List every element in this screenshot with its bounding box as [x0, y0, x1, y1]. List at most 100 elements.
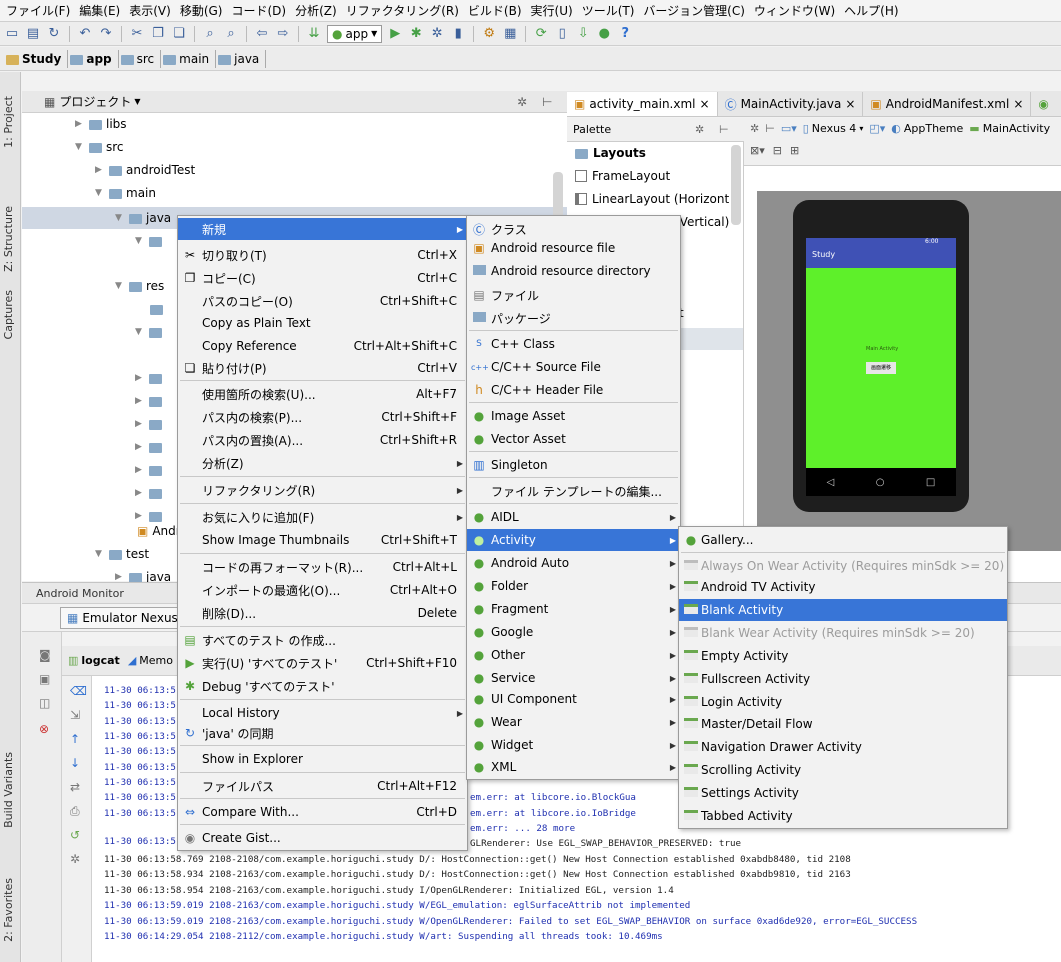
activity-item-android-tv[interactable]: Android TV Activity — [679, 576, 1007, 598]
menu-item-paste[interactable]: ❏ 貼り付け(P) Ctrl+V — [178, 357, 467, 379]
menu-item-create-gist[interactable]: ◉ Create Gist... — [178, 827, 467, 849]
expand-icon[interactable]: ▶ — [95, 165, 105, 175]
menu-window[interactable]: ウィンドウ(W) — [754, 2, 835, 19]
new-item-cpp-header[interactable]: h C/C++ Header File — [467, 379, 680, 401]
menu-vcs[interactable]: バージョン管理(C) — [643, 2, 745, 19]
settings-gear-icon[interactable]: ✲ — [695, 123, 704, 136]
palette-item-linearlayout-h[interactable]: LinearLayout (Horizont — [575, 192, 729, 206]
tree-item-src[interactable]: ▼ src — [75, 136, 124, 158]
menu-item-run-tests[interactable]: ▶ 実行(U) 'すべてのテスト' Ctrl+Shift+F10 — [178, 652, 467, 674]
settings-gear-icon[interactable]: ✲ — [750, 122, 759, 135]
collapse-icon[interactable]: ▼ — [95, 188, 105, 198]
collapse-icon[interactable]: ▼ — [75, 142, 85, 152]
new-item-folder[interactable]: ● Folder ▶ — [467, 575, 680, 597]
breadcrumb-java[interactable]: java — [218, 49, 267, 68]
gradle-sync-icon[interactable]: ⟳ — [533, 26, 549, 42]
menu-item-copy-plain-text[interactable]: Copy as Plain Text — [178, 312, 467, 334]
breadcrumb-app[interactable]: app — [70, 49, 119, 68]
forward-icon[interactable]: ⇨ — [275, 26, 291, 42]
activity-selector[interactable]: ▬ MainActivity — [969, 122, 1050, 135]
theme-selector[interactable]: ◐ AppTheme — [891, 122, 963, 135]
replace-icon[interactable]: ⌕ — [223, 26, 239, 42]
restart-icon[interactable]: ↺ — [70, 828, 80, 842]
new-item-cpp-source[interactable]: c++ C/C++ Source File — [467, 356, 680, 378]
new-item-widget[interactable]: ● Widget ▶ — [467, 734, 680, 756]
new-item-cpp-class[interactable]: S C++ Class — [467, 333, 680, 355]
activity-item-scrolling[interactable]: Scrolling Activity — [679, 759, 1007, 781]
menu-navigate[interactable]: 移動(G) — [180, 2, 223, 19]
open-folder-icon[interactable]: ▭ — [4, 26, 20, 42]
tab-captures[interactable]: Captures — [2, 290, 15, 339]
new-item-fragment[interactable]: ● Fragment ▶ — [467, 598, 680, 620]
menu-view[interactable]: 表示(V) — [129, 2, 171, 19]
run-config-combo[interactable]: ● app ▼ — [327, 24, 383, 43]
system-info-icon[interactable]: ◫ — [39, 696, 50, 710]
attach-debugger-icon[interactable]: ✲ — [429, 26, 445, 42]
menu-refactor[interactable]: リファクタリング(R) — [346, 2, 459, 19]
new-item-singleton[interactable]: ▥ Singleton — [467, 454, 680, 476]
tree-item-res-folder-1[interactable]: ▶ — [135, 367, 162, 389]
preview-textview[interactable]: Main Activity — [866, 346, 898, 352]
new-item-android-auto[interactable]: ● Android Auto ▶ — [467, 552, 680, 574]
hide-panel-icon[interactable]: ⊢ — [719, 123, 729, 136]
tab-project[interactable]: 1: Project — [2, 96, 15, 148]
menu-item-find-usages[interactable]: 使用箇所の検索(U)... Alt+F7 — [178, 383, 467, 405]
tree-item-test[interactable]: ▼ test — [95, 543, 149, 565]
redo-icon[interactable]: ↷ — [98, 26, 114, 42]
avd-manager-icon[interactable]: ▯ — [554, 26, 570, 42]
new-item-other[interactable]: ● Other ▶ — [467, 644, 680, 666]
fit-width-icon[interactable]: ⊟ — [773, 144, 782, 157]
close-tab-icon[interactable]: × — [845, 97, 855, 111]
scroll-end-icon[interactable]: ⇲ — [70, 708, 80, 722]
tree-item-layout[interactable]: ▼ — [135, 321, 162, 343]
hide-icon[interactable]: ⊢ — [765, 122, 775, 135]
activity-item-navigation-drawer[interactable]: Navigation Drawer Activity — [679, 736, 1007, 758]
sdk-manager-icon[interactable]: ⇩ — [575, 26, 591, 42]
expand-icon[interactable]: ▶ — [135, 442, 145, 452]
profile-icon[interactable]: ⚙ — [481, 26, 497, 42]
run-icon[interactable]: ▶ — [387, 26, 403, 42]
tab-structure[interactable]: Z: Structure — [2, 206, 15, 272]
tab-build-variants[interactable]: Build Variants — [2, 752, 15, 828]
terminate-icon[interactable]: ⊗ — [39, 722, 49, 736]
clear-log-icon[interactable]: ⌫ — [70, 684, 87, 698]
tab-more[interactable]: ◉ — [1031, 92, 1055, 116]
menu-item-create-tests[interactable]: ▤ すべてのテスト の作成... — [178, 629, 467, 651]
undo-icon[interactable]: ↶ — [77, 26, 93, 42]
help-icon[interactable]: ? — [617, 26, 633, 42]
find-icon[interactable]: ⌕ — [202, 26, 218, 42]
record-icon[interactable]: ▣ — [39, 672, 50, 686]
menu-item-delete[interactable]: 削除(D)... Delete — [178, 602, 467, 624]
paste-icon[interactable]: ❏ — [171, 26, 187, 42]
preview-screen[interactable] — [806, 238, 956, 468]
up-arrow-icon[interactable]: ↑ — [70, 732, 80, 746]
new-item-ui-component[interactable]: ● UI Component ▶ — [467, 688, 680, 710]
palette-group-layouts[interactable]: Layouts — [575, 146, 646, 160]
breadcrumb-src[interactable]: src — [120, 49, 162, 68]
new-item-google[interactable]: ● Google ▶ — [467, 621, 680, 643]
menu-item-file-path[interactable]: ファイルパス Ctrl+Alt+F12 — [178, 775, 467, 797]
new-item-image-asset[interactable]: ● Image Asset — [467, 405, 680, 427]
android-device-monitor-icon[interactable]: ● — [596, 26, 612, 42]
new-item-resource-file[interactable]: ▣ Android resource file — [467, 237, 680, 259]
copy-icon[interactable]: ❐ — [150, 26, 166, 42]
chevron-down-icon[interactable]: ▼ — [134, 97, 140, 106]
save-icon[interactable]: ▤ — [25, 26, 41, 42]
activity-item-empty[interactable]: Empty Activity — [679, 645, 1007, 667]
menu-item-find-in-path[interactable]: パス内の検索(P)... Ctrl+Shift+F — [178, 406, 467, 428]
new-item-xml[interactable]: ● XML ▶ — [467, 756, 680, 778]
tree-item-res-folder-6[interactable]: ▶ — [135, 482, 162, 504]
tree-item-res-child[interactable] — [150, 298, 163, 320]
device-selector[interactable]: ▯ Nexus 4 ▾ — [803, 122, 864, 135]
menu-item-show-thumbnails[interactable]: Show Image Thumbnails Ctrl+Shift+T — [178, 529, 467, 551]
tree-item-res-folder-2[interactable]: ▶ — [135, 390, 162, 412]
menu-item-add-favorites[interactable]: お気に入りに追加(F) ▶ — [178, 506, 467, 528]
tab-logcat[interactable]: ▥ logcat — [68, 654, 120, 667]
menu-item-local-history[interactable]: Local History ▶ — [178, 702, 467, 724]
new-item-wear[interactable]: ● Wear ▶ — [467, 711, 680, 733]
expand-icon[interactable]: ▶ — [135, 419, 145, 429]
new-item-activity[interactable]: ● Activity ▶ — [467, 529, 680, 551]
expand-icon[interactable]: ▶ — [135, 488, 145, 498]
close-tab-icon[interactable]: × — [1013, 97, 1023, 111]
hide-panel-icon[interactable]: ⊢ — [542, 95, 552, 109]
